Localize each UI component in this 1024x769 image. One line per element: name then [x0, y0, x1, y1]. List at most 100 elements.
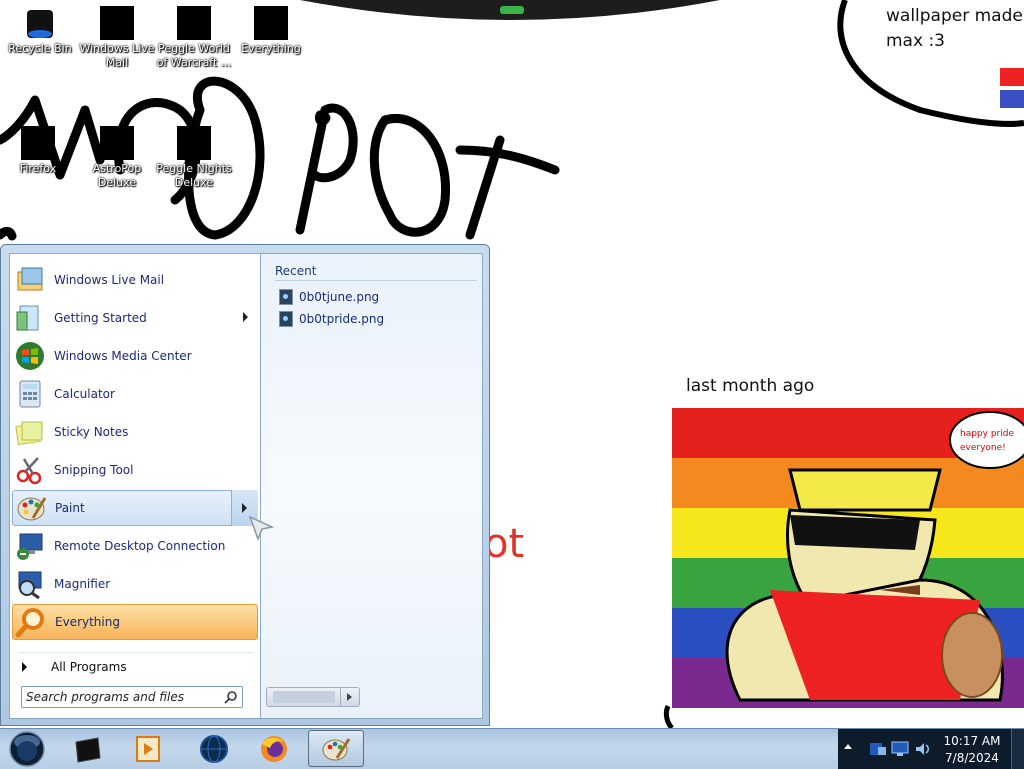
- divider: [275, 280, 477, 281]
- redacted-icon: [100, 126, 134, 160]
- paint-palette-icon: [17, 497, 47, 521]
- desktop-icon-peggle-nights[interactable]: Peggle Nights Deluxe: [156, 126, 232, 190]
- program-everything[interactable]: Everything: [12, 604, 258, 640]
- tray-app-icon[interactable]: [868, 739, 888, 759]
- submenu-arrow-icon[interactable]: [243, 312, 248, 322]
- program-paint[interactable]: Paint: [12, 490, 258, 526]
- search-input[interactable]: [26, 688, 222, 706]
- program-label: Windows Media Center: [54, 349, 192, 363]
- firefox-icon: [261, 735, 287, 762]
- recent-heading: Recent: [275, 264, 317, 278]
- svg-text:everyone!: everyone!: [960, 443, 1006, 453]
- svg-text:happy pride: happy pride: [960, 429, 1014, 439]
- desktop-icon-everything[interactable]: Everything: [233, 6, 309, 56]
- remote-desktop-icon: [17, 533, 43, 560]
- redacted-icon: [100, 6, 134, 40]
- recent-item[interactable]: 0b0tjune.png: [279, 288, 379, 306]
- program-sticky-notes[interactable]: Sticky Notes: [12, 414, 258, 450]
- magnifier-icon: [18, 571, 42, 600]
- desktop-icon-label: Windows Live Mail: [79, 42, 155, 69]
- wallpaper-red-text: ot: [484, 521, 525, 567]
- wallpaper-text-line2: max :3: [886, 31, 945, 51]
- recycle-bin-icon: [27, 10, 53, 38]
- image-file-icon: [279, 311, 293, 327]
- program-snipping-tool[interactable]: Snipping Tool: [12, 452, 258, 488]
- taskbar-browser[interactable]: [186, 730, 242, 767]
- getting-started-icon: [16, 305, 39, 331]
- jump-list-pane: Recent 0b0tjune.png 0b0tpride.png: [261, 253, 483, 719]
- redacted-icon: [254, 6, 288, 40]
- mouse-cursor-icon: [248, 515, 274, 541]
- network-icon[interactable]: [890, 739, 910, 759]
- taskbar-app-dark[interactable]: [60, 730, 116, 767]
- program-label: Snipping Tool: [54, 463, 134, 477]
- pride-picture: happy pride everyone!: [672, 408, 1024, 708]
- recent-item-label: 0b0tpride.png: [299, 312, 385, 326]
- paint-icon: [322, 737, 351, 760]
- notification-area: 10:17 AM 7/8/2024: [838, 729, 1024, 769]
- desktop-icon-label: AstroPop Deluxe: [92, 162, 142, 189]
- program-label: Everything: [55, 615, 120, 629]
- recent-item-label: 0b0tjune.png: [299, 290, 380, 304]
- program-label: Remote Desktop Connection: [54, 539, 226, 553]
- globe-icon: [200, 734, 228, 763]
- media-player-icon: [136, 735, 160, 762]
- all-programs-label: All Programs: [51, 660, 127, 674]
- desktop-icon-label: Recycle Bin: [8, 42, 72, 55]
- clock-time[interactable]: 10:17 AM: [938, 734, 1006, 748]
- program-label: Paint: [55, 501, 85, 515]
- submenu-arrow-icon[interactable]: [242, 503, 247, 513]
- all-programs-button[interactable]: All Programs: [12, 654, 258, 680]
- recent-item[interactable]: 0b0tpride.png: [279, 310, 384, 328]
- media-center-icon: [16, 342, 44, 370]
- image-file-icon: [279, 289, 293, 305]
- desktop-icon-label: Firefox: [19, 162, 57, 175]
- desktop-icon-label: Peggle World of Warcraft ...: [156, 42, 232, 69]
- start-search-box[interactable]: [21, 686, 243, 708]
- taskbar-media-player[interactable]: [120, 730, 176, 767]
- calculator-icon: [19, 380, 41, 408]
- program-remote-desktop-connection[interactable]: Remote Desktop Connection: [12, 528, 258, 564]
- shutdown-options-arrow-icon[interactable]: [340, 688, 359, 706]
- everything-search-icon: [15, 608, 44, 638]
- taskbar-firefox[interactable]: [246, 730, 302, 767]
- program-label: Calculator: [54, 387, 115, 401]
- show-desktop-button[interactable]: [1011, 729, 1024, 769]
- redacted-icon: [177, 126, 211, 160]
- search-icon[interactable]: [224, 690, 238, 704]
- taskbar-paint[interactable]: [308, 730, 364, 767]
- program-windows-live-mail[interactable]: Windows Live Mail: [12, 262, 258, 298]
- desktop-icon-windows-live-mail[interactable]: Windows Live Mail: [79, 6, 155, 70]
- scissors-icon: [16, 457, 42, 485]
- program-getting-started[interactable]: Getting Started: [12, 300, 258, 336]
- show-hidden-icons-arrow[interactable]: [844, 744, 852, 749]
- program-label: Magnifier: [54, 577, 111, 591]
- desktop-icon-astropop[interactable]: AstroPop Deluxe: [79, 126, 155, 190]
- taskbar: 10:17 AM 7/8/2024: [0, 728, 1024, 769]
- start-button-orb-icon[interactable]: [5, 730, 49, 768]
- triangle-right-icon: [22, 662, 27, 672]
- wallpaper-text-line1: wallpaper made: [886, 6, 1023, 26]
- desktop-icon-label: Peggle Nights Deluxe: [156, 162, 232, 189]
- program-magnifier[interactable]: Magnifier: [12, 566, 258, 602]
- desktop-icon-firefox[interactable]: Firefox: [0, 126, 76, 176]
- shutdown-button[interactable]: [266, 687, 360, 707]
- program-label: Windows Live Mail: [54, 273, 165, 287]
- clock-date[interactable]: 7/8/2024: [938, 751, 1006, 765]
- divider: [18, 652, 254, 653]
- program-windows-media-center[interactable]: Windows Media Center: [12, 338, 258, 374]
- sticky-notes-icon: [15, 421, 43, 446]
- dark-app-icon: [75, 736, 101, 763]
- desktop-icon-label: Everything: [241, 42, 301, 55]
- desktop-icon-peggle-wow[interactable]: Peggle World of Warcraft ...: [156, 6, 232, 70]
- desktop-icon-recycle-bin[interactable]: Recycle Bin: [2, 6, 78, 56]
- redacted-icon: [21, 126, 55, 160]
- volume-icon[interactable]: [914, 740, 932, 758]
- redacted-icon: [177, 6, 211, 40]
- program-calculator[interactable]: Calculator: [12, 376, 258, 412]
- start-menu: Windows Live Mail Getting Started Window…: [0, 244, 490, 726]
- start-menu-programs-pane: Windows Live Mail Getting Started Window…: [9, 253, 261, 719]
- wallpaper-caption: last month ago: [686, 376, 815, 396]
- program-label: Sticky Notes: [54, 425, 129, 439]
- mail-icon: [17, 267, 43, 291]
